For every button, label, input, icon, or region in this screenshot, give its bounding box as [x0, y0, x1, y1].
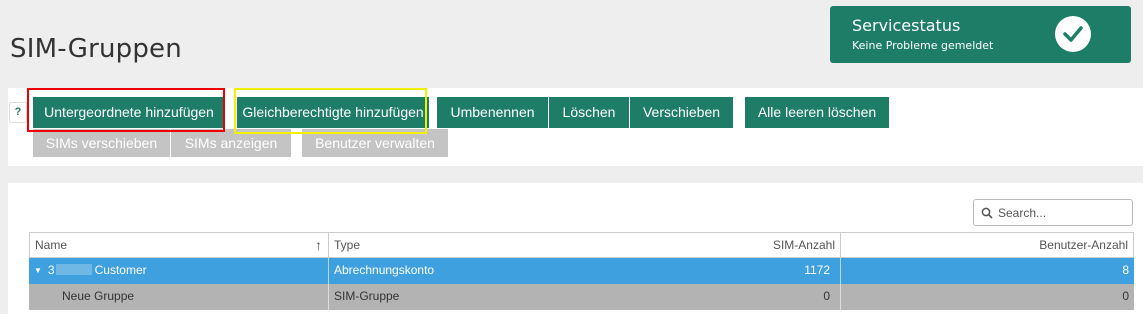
- row-sims-cell: 0: [823, 289, 830, 303]
- highlight-yellow: [234, 88, 427, 134]
- row-name-prefix: 3: [47, 263, 55, 277]
- sort-ascending-icon: ↑: [315, 237, 322, 253]
- table-header: Name ↑ Type SIM-Anzahl Benutzer-Anzahl: [29, 232, 1134, 258]
- sim-groups-table: Name ↑ Type SIM-Anzahl Benutzer-Anzahl ▼…: [29, 232, 1134, 310]
- column-header-name[interactable]: Name ↑: [29, 233, 328, 257]
- check-icon: [1055, 16, 1091, 52]
- rename-button[interactable]: Umbenennen: [437, 97, 548, 128]
- row-sims-cell: 1172: [804, 263, 830, 277]
- row-name-cell: ▼ 3 Customer: [29, 258, 328, 284]
- delete-button[interactable]: Löschen: [549, 97, 629, 128]
- column-header-users[interactable]: Benutzer-Anzahl: [840, 233, 1134, 257]
- delete-all-empty-button[interactable]: Alle leeren löschen: [745, 97, 889, 128]
- column-users-label: Benutzer-Anzahl: [1039, 238, 1128, 252]
- column-header-sims[interactable]: SIM-Anzahl: [328, 233, 840, 257]
- page-title: SIM-Gruppen: [10, 34, 182, 64]
- column-name-label: Name: [35, 238, 68, 252]
- service-status-message: Keine Probleme gemeldet: [852, 39, 994, 52]
- row-users-cell: 0: [840, 284, 1134, 310]
- service-status-card[interactable]: Servicestatus Keine Probleme gemeldet: [830, 6, 1131, 63]
- search-box[interactable]: [973, 199, 1133, 226]
- table-row[interactable]: ▼ 3 Customer Abrechnungskonto 1172 8: [29, 258, 1134, 284]
- move-sims-button[interactable]: SIMs verschieben: [33, 129, 170, 157]
- help-icon[interactable]: ?: [9, 102, 27, 123]
- highlight-red: [27, 88, 225, 132]
- move-button[interactable]: Verschieben: [630, 97, 733, 128]
- redacted-block: [55, 264, 92, 275]
- service-status-title: Servicestatus: [852, 16, 961, 35]
- column-sims-label: SIM-Anzahl: [772, 238, 835, 252]
- caret-down-icon[interactable]: ▼: [34, 258, 42, 283]
- row-name-cell: Neue Gruppe: [62, 289, 135, 303]
- search-input[interactable]: [998, 204, 1128, 222]
- table-row[interactable]: Neue Gruppe SIM-Gruppe 0 0: [29, 284, 1134, 310]
- search-icon: [981, 207, 993, 219]
- row-users-cell: 8: [840, 258, 1134, 284]
- row-name-suffix: Customer: [94, 263, 147, 277]
